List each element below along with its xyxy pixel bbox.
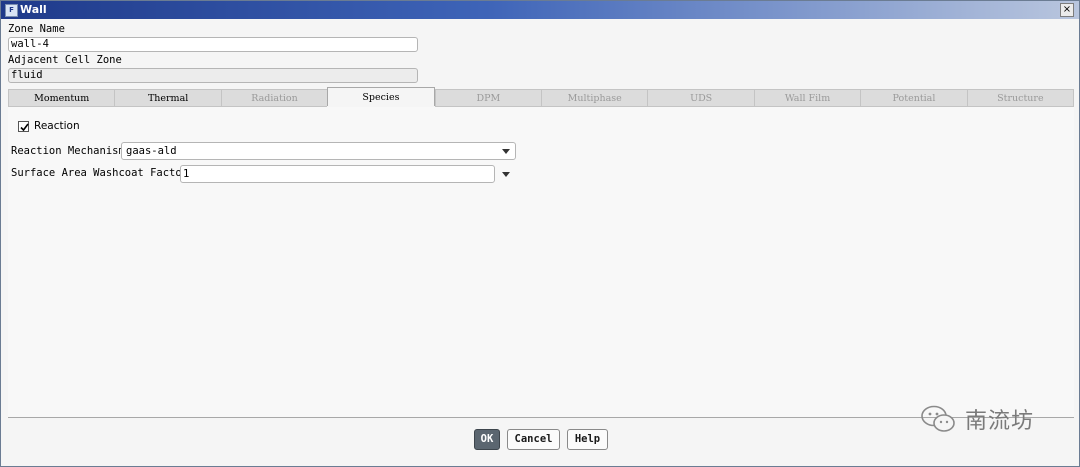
wechat-icon (921, 405, 955, 432)
tab-wall-film[interactable]: Wall Film (753, 89, 861, 107)
tab-species[interactable]: Species (327, 87, 435, 106)
reaction-label: Reaction (34, 120, 80, 132)
tab-structure[interactable]: Structure (966, 89, 1075, 107)
reaction-mechanism-value: gaas-ald (126, 145, 177, 157)
tab-dpm[interactable]: DPM (434, 89, 542, 107)
reaction-mechanism-label: Reaction Mechanism (11, 145, 125, 157)
tab-thermal[interactable]: Thermal (114, 89, 221, 107)
watermark-text: 南流坊 (965, 409, 1035, 434)
cancel-button[interactable]: Cancel (507, 429, 560, 450)
ok-button[interactable]: OK (474, 429, 500, 450)
reaction-checkbox[interactable] (18, 120, 29, 132)
window-title: Wall (20, 3, 47, 16)
reaction-option[interactable]: Reaction (18, 120, 80, 132)
tab-momentum[interactable]: Momentum (8, 89, 115, 107)
close-icon[interactable]: × (1060, 3, 1074, 17)
check-icon (20, 123, 29, 131)
species-panel: Reaction Reaction Mechanism gaas-ald Sur… (8, 107, 1074, 418)
tab-bar: Momentum Thermal Radiation Species DPM M… (8, 87, 1075, 107)
tab-potential[interactable]: Potential (860, 89, 967, 107)
help-button[interactable]: Help (567, 429, 608, 450)
reaction-mechanism-dropdown[interactable]: gaas-ald (121, 142, 516, 160)
washcoat-factor-label: Surface Area Washcoat Factor (11, 167, 189, 179)
adjacent-cell-zone-label: Adjacent Cell Zone (8, 54, 122, 66)
tab-radiation[interactable]: Radiation (220, 89, 328, 107)
chevron-down-icon (502, 149, 510, 154)
tab-multiphase[interactable]: Multiphase (541, 89, 648, 107)
wall-dialog: F Wall × Zone Name wall-4 Adjacent Cell … (0, 0, 1080, 467)
title-bar[interactable]: F Wall × (1, 1, 1079, 19)
washcoat-factor-input[interactable]: 1 (180, 165, 495, 183)
app-icon: F (5, 4, 18, 17)
washcoat-options-chevron-icon[interactable] (502, 172, 510, 177)
tab-uds[interactable]: UDS (647, 89, 754, 107)
adjacent-cell-zone-field: fluid (8, 68, 418, 83)
zone-name-input[interactable]: wall-4 (8, 37, 418, 52)
watermark: 南流坊 (919, 403, 1034, 435)
zone-name-label: Zone Name (8, 23, 65, 35)
washcoat-factor-value: 1 (183, 168, 190, 180)
